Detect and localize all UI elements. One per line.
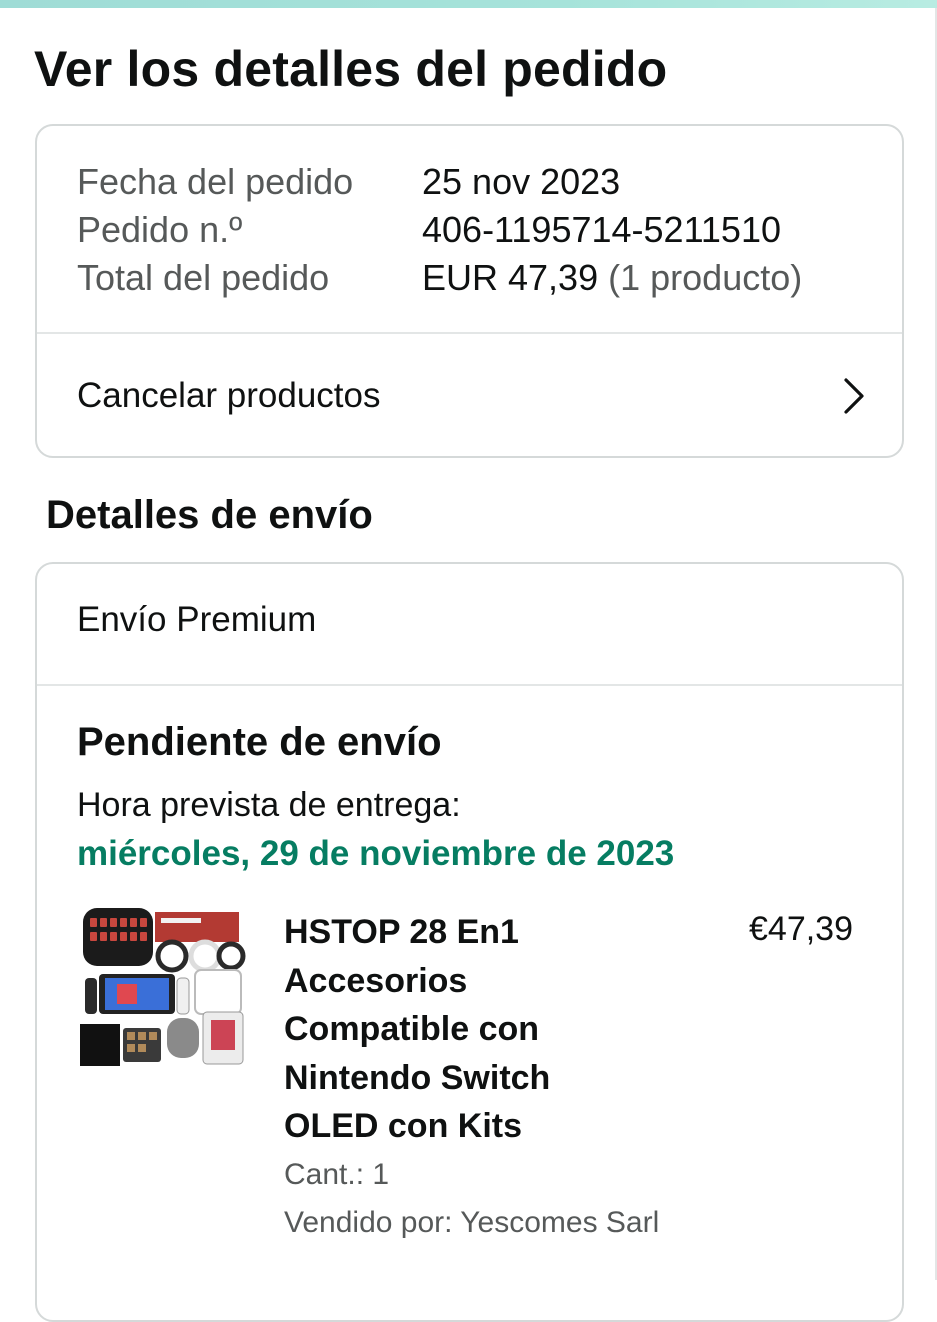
shipping-card-divider xyxy=(37,684,902,686)
product-title-link[interactable]: HSTOP 28 En1 Accesorios Compatible con N… xyxy=(284,908,614,1151)
product-thumbnail[interactable] xyxy=(77,904,247,1076)
product-seller: Vendido por: Yescomes Sarl xyxy=(284,1206,660,1239)
order-total-amount: EUR 47,39 xyxy=(422,257,599,298)
order-date-label: Fecha del pedido xyxy=(77,161,354,202)
product-price: €47,39 xyxy=(749,910,853,948)
cancel-products-label: Cancelar productos xyxy=(77,376,381,415)
shipping-card: Envío Premium Pendiente de envío Hora pr… xyxy=(35,562,904,1322)
order-total-label: Total del pedido xyxy=(77,257,330,298)
shipping-method: Envío Premium xyxy=(77,600,317,639)
top-accent-strip xyxy=(0,0,937,8)
product-quantity: Cant.: 1 xyxy=(284,1158,390,1191)
order-total-value: EUR 47,39 (1 producto) xyxy=(422,258,802,298)
shipping-section-title: Detalles de envío xyxy=(46,493,373,537)
chevron-right-icon xyxy=(844,378,864,414)
order-number-label: Pedido n.º xyxy=(77,209,243,250)
order-total-count: (1 producto) xyxy=(608,257,803,298)
order-summary-card: Fecha del pedido 25 nov 2023 Pedido n.º … xyxy=(35,124,904,458)
order-number-value: 406-1195714-5211510 xyxy=(422,209,781,250)
delivery-estimate-label: Hora prevista de entrega: xyxy=(77,786,461,824)
order-date-value: 25 nov 2023 xyxy=(422,161,621,202)
page-title: Ver los detalles del pedido xyxy=(34,41,668,97)
delivery-estimate-date: miércoles, 29 de noviembre de 2023 xyxy=(77,834,675,873)
order-info-grid: Fecha del pedido 25 nov 2023 Pedido n.º … xyxy=(77,162,802,298)
shipment-status: Pendiente de envío xyxy=(77,720,442,764)
cancel-products-button[interactable]: Cancelar productos xyxy=(37,334,902,458)
